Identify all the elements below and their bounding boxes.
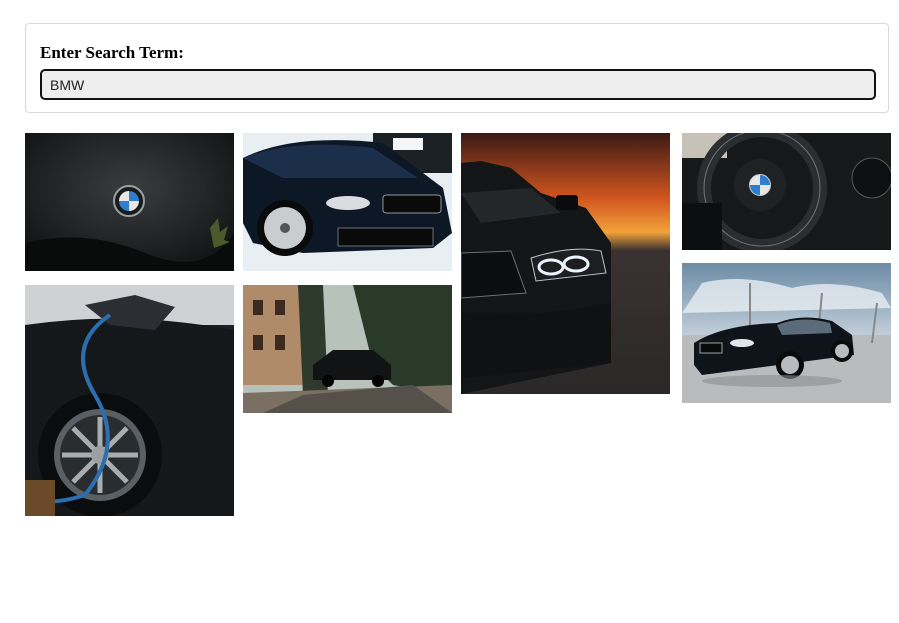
image-result-bmw-steering-wheel[interactable] bbox=[682, 133, 891, 250]
image-result-bmw-emblem[interactable] bbox=[25, 133, 234, 271]
search-label: Enter Search Term: bbox=[40, 43, 184, 62]
image-result-bmw-headlight-sunset[interactable] bbox=[461, 133, 670, 394]
search-input[interactable] bbox=[40, 69, 876, 100]
image-result-bmw-front[interactable] bbox=[243, 133, 452, 271]
image-result-bmw-coupe[interactable] bbox=[682, 263, 891, 403]
image-result-bmw-charging[interactable] bbox=[25, 285, 234, 516]
search-panel: Enter Search Term: bbox=[25, 23, 889, 113]
image-result-bmw-village-road[interactable] bbox=[243, 285, 452, 413]
